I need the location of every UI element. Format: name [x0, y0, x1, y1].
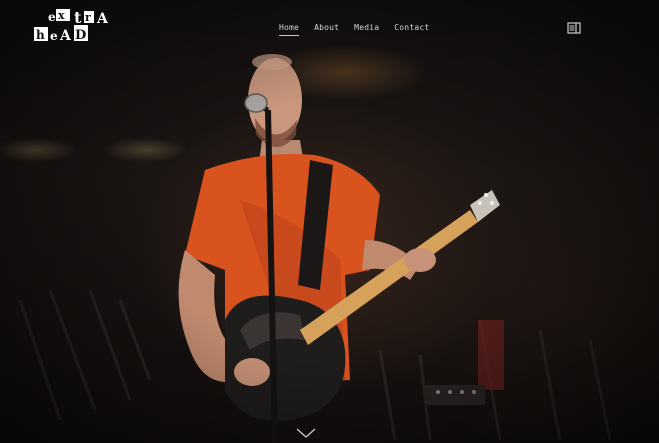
svg-text:e: e — [48, 10, 56, 24]
svg-text:A: A — [96, 11, 109, 27]
svg-text:A: A — [59, 28, 72, 44]
chevron-down-icon[interactable] — [295, 427, 317, 439]
svg-text:t: t — [74, 9, 82, 27]
svg-text:D: D — [75, 28, 86, 43]
svg-text:e: e — [50, 29, 58, 43]
nav-media[interactable]: Media — [354, 23, 379, 36]
site-logo[interactable]: x e t r A h e A D — [34, 9, 112, 45]
svg-text:h: h — [36, 28, 45, 42]
sidebar-menu-icon[interactable] — [567, 21, 581, 35]
nav-about[interactable]: About — [314, 23, 339, 36]
nav-home[interactable]: Home — [279, 23, 300, 36]
hero-vignette — [0, 0, 659, 443]
main-nav: Home About Media Contact — [279, 23, 429, 36]
svg-text:x: x — [58, 9, 65, 22]
page: x e t r A h e A D Home About Media Conta… — [0, 0, 659, 443]
nav-contact[interactable]: Contact — [394, 23, 429, 36]
svg-text:r: r — [85, 11, 91, 24]
